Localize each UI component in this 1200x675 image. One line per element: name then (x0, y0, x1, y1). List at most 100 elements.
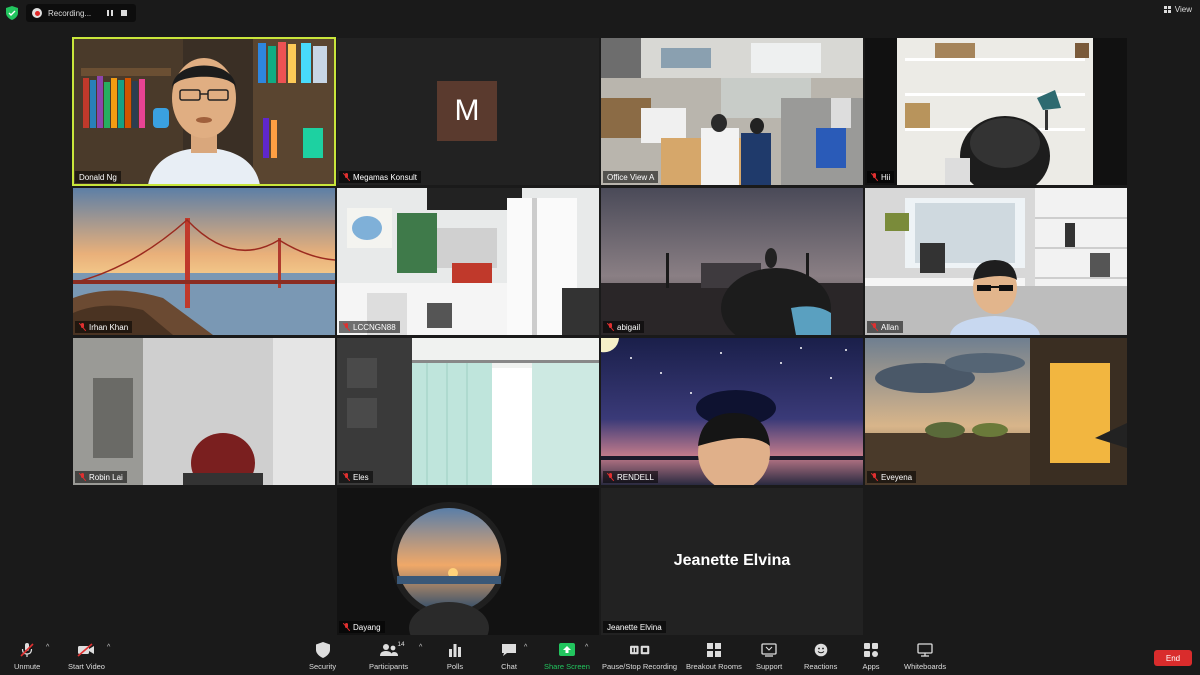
video-tile-allan[interactable]: Allan (865, 188, 1127, 335)
video-tile-irhan-khan[interactable]: Irhan Khan (73, 188, 335, 335)
participants-button[interactable]: 14 Participants (369, 641, 408, 671)
participant-video (865, 38, 1127, 185)
share-options-caret-icon[interactable]: ^ (585, 644, 593, 652)
audio-options-caret-icon[interactable]: ^ (46, 644, 54, 652)
security-button[interactable]: Security (309, 642, 336, 671)
video-options-caret-icon[interactable]: ^ (107, 644, 115, 652)
video-tile-donald-ng[interactable]: Donald Ng (72, 37, 336, 186)
apps-button[interactable]: Apps (861, 642, 881, 671)
view-button[interactable]: View (1163, 5, 1192, 14)
participant-name-tag: Donald Ng (75, 171, 121, 183)
pause-stop-icon (629, 642, 650, 658)
video-tile-office-view-a[interactable]: Office View A (601, 38, 863, 185)
polls-button[interactable]: Polls (445, 642, 465, 671)
participant-name: RENDELL (617, 472, 654, 482)
pause-recording-button[interactable] (104, 7, 116, 19)
muted-mic-icon (343, 323, 350, 331)
security-label: Security (309, 662, 337, 671)
participant-name: Office View A (607, 172, 655, 182)
participant-name-tag: RENDELL (603, 471, 658, 483)
video-tile-lccngn88[interactable]: LCCNGN88 (337, 188, 599, 335)
video-tile-robin-lai[interactable]: Robin Lai (73, 338, 335, 485)
muted-mic-icon (871, 323, 878, 331)
video-tile-dayang[interactable]: Dayang (337, 488, 599, 635)
reactions-button[interactable]: Reactions (804, 642, 837, 671)
participant-video (337, 488, 599, 635)
whiteboards-button[interactable]: Whiteboards (904, 642, 946, 671)
participant-name: Dayang (353, 622, 381, 632)
participant-name: Allan (881, 322, 899, 332)
breakout-rooms-button[interactable]: Breakout Rooms (686, 642, 742, 671)
security-shield-icon (313, 642, 333, 658)
mic-muted-icon (17, 642, 37, 658)
participant-name-tag: Office View A (603, 171, 659, 183)
muted-mic-icon (607, 323, 614, 331)
participant-name-tag: Hii (867, 171, 895, 183)
share-screen-button[interactable]: Share Screen (544, 642, 590, 671)
participant-name-tag: Eles (339, 471, 373, 483)
start-video-label: Start Video (68, 662, 105, 671)
unmute-button[interactable]: Unmute (14, 642, 40, 671)
recording-label: Recording... (48, 8, 92, 18)
video-tile-jeanette-elvina[interactable]: Jeanette Elvina Jeanette Elvina (601, 488, 863, 635)
video-tile-eles[interactable]: Eles (337, 338, 599, 485)
start-video-button[interactable]: Start Video (68, 642, 105, 671)
participant-name: abigail (617, 322, 641, 332)
participant-name: Eveyena (881, 472, 913, 482)
reactions-smiley-icon (811, 642, 831, 658)
video-tile-hii[interactable]: Hii (865, 38, 1127, 185)
support-button[interactable]: Support (756, 642, 782, 671)
chat-options-caret-icon[interactable]: ^ (524, 644, 532, 652)
support-label: Support (756, 662, 783, 671)
participants-icon: 14 (379, 641, 405, 658)
participants-count: 14 (397, 641, 405, 648)
whiteboards-label: Whiteboards (904, 662, 947, 671)
unmute-label: Unmute (14, 662, 41, 671)
participant-video (73, 338, 335, 485)
end-meeting-button[interactable]: End (1154, 650, 1192, 666)
video-tile-rendell[interactable]: RENDELL (601, 338, 863, 485)
participant-name-tag: Eveyena (867, 471, 917, 483)
participants-options-caret-icon[interactable]: ^ (419, 644, 427, 652)
participant-video (73, 188, 335, 335)
share-screen-label: Share Screen (544, 662, 590, 671)
recording-indicator: Recording... (26, 4, 136, 22)
participant-name: Megamas Konsult (353, 172, 418, 182)
apps-grid-icon (861, 642, 881, 658)
participant-video (73, 38, 335, 185)
participant-video (337, 338, 599, 485)
participant-video (337, 188, 599, 335)
participant-name-tag: Megamas Konsult (339, 171, 422, 183)
shield-icon[interactable] (6, 6, 18, 20)
participant-name-tag: LCCNGN88 (339, 321, 400, 333)
stop-recording-button[interactable] (118, 7, 130, 19)
participant-name: Donald Ng (79, 172, 117, 182)
view-label: View (1174, 5, 1192, 14)
participant-name-tag: Dayang (339, 621, 385, 633)
polls-icon (445, 642, 465, 658)
participant-name: Robin Lai (89, 472, 123, 482)
support-screen-icon (759, 642, 779, 658)
chat-button[interactable]: Chat (499, 642, 519, 671)
avatar: M (437, 81, 497, 141)
participant-video (865, 338, 1127, 485)
pause-stop-recording-button[interactable]: Pause/Stop Recording (602, 642, 677, 671)
muted-mic-icon (343, 173, 350, 181)
participant-display-name: Jeanette Elvina (673, 552, 791, 569)
video-tile-megamas-konsult[interactable]: M Megamas Konsult (337, 38, 599, 185)
avatar-letter: M (454, 94, 480, 127)
grid-view-icon (1163, 6, 1171, 13)
participant-video (601, 188, 863, 335)
breakout-rooms-label: Breakout Rooms (686, 662, 742, 671)
chat-bubble-icon (499, 642, 519, 658)
muted-mic-icon (343, 623, 350, 631)
participant-name-tag: Allan (867, 321, 903, 333)
reactions-label: Reactions (804, 662, 838, 671)
participant-name: LCCNGN88 (353, 322, 396, 332)
muted-mic-icon (607, 473, 614, 481)
video-tile-eveyena[interactable]: Eveyena (865, 338, 1127, 485)
share-screen-icon (557, 642, 577, 658)
video-tile-abigail[interactable]: abigail (601, 188, 863, 335)
meeting-controls-toolbar: Unmute ^ Start Video ^ Security 14 Parti… (0, 638, 1200, 675)
participant-name: Jeanette Elvina (607, 622, 662, 632)
